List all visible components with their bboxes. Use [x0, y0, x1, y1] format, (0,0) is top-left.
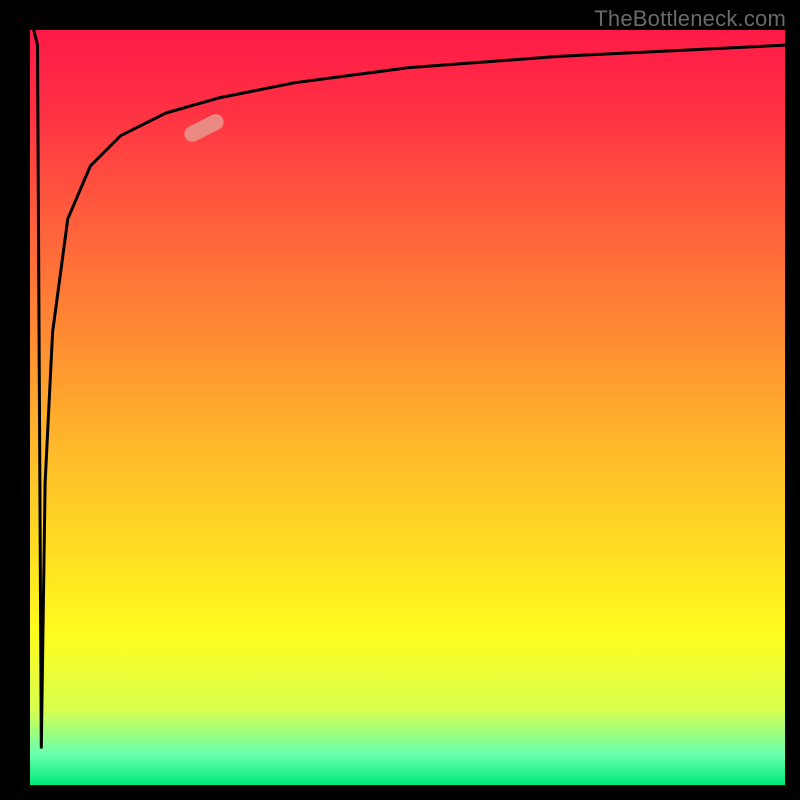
- watermark-text: TheBottleneck.com: [594, 6, 786, 32]
- plot-area: [30, 30, 785, 785]
